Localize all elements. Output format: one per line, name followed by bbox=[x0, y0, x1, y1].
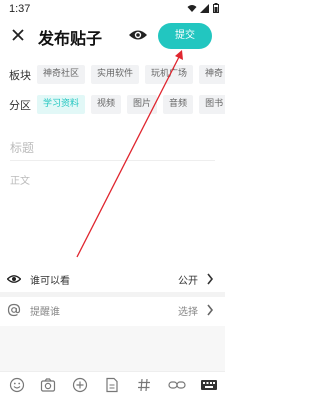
close-icon bbox=[12, 29, 24, 41]
wifi-icon bbox=[187, 4, 197, 12]
at-icon bbox=[7, 303, 21, 317]
keyboard-icon[interactable] bbox=[200, 377, 218, 393]
section-chip[interactable]: 图书 bbox=[199, 95, 225, 114]
submit-button[interactable]: 提交 bbox=[158, 23, 212, 49]
mention-value: 选择 bbox=[178, 307, 198, 318]
section-chip[interactable]: 图片 bbox=[127, 95, 158, 114]
section-label: 分区 bbox=[9, 99, 31, 112]
add-icon[interactable] bbox=[72, 377, 88, 393]
board-row: 板块 神奇社区 实用软件 玩机广场 神奇 bbox=[0, 63, 225, 87]
close-button[interactable] bbox=[8, 24, 28, 46]
camera-icon[interactable] bbox=[40, 377, 56, 393]
bottom-area bbox=[0, 326, 225, 371]
signal-icon bbox=[200, 3, 209, 13]
section-row: 分区 学习资料 视频 图片 音频 图书 bbox=[0, 93, 225, 117]
section-chip[interactable]: 视频 bbox=[91, 95, 122, 114]
board-label: 板块 bbox=[9, 69, 31, 82]
board-chips: 神奇社区 实用软件 玩机广场 神奇 bbox=[37, 65, 225, 84]
status-time: 1:37 bbox=[9, 3, 31, 15]
app-bar: 发布贴子 提交 bbox=[0, 17, 225, 55]
visibility-value: 公开 bbox=[178, 276, 198, 287]
battery-icon bbox=[213, 3, 219, 13]
mention-row[interactable]: 提醒谁 选择 bbox=[0, 297, 225, 323]
eye-icon bbox=[7, 275, 21, 283]
status-icons bbox=[187, 3, 219, 13]
emoji-icon[interactable] bbox=[9, 377, 25, 393]
board-chip[interactable]: 神奇社区 bbox=[37, 65, 86, 84]
visibility-row[interactable]: 谁可以看 公开 bbox=[0, 266, 225, 292]
link-icon[interactable] bbox=[168, 377, 186, 393]
section-chip[interactable]: 音频 bbox=[163, 95, 194, 114]
chevron-right-icon bbox=[207, 304, 214, 316]
title-divider bbox=[10, 160, 215, 161]
hashtag-icon[interactable] bbox=[136, 377, 152, 393]
section-chips: 学习资料 视频 图片 音频 图书 bbox=[37, 95, 225, 114]
preview-button[interactable] bbox=[128, 26, 148, 44]
file-icon[interactable] bbox=[104, 377, 120, 393]
board-chip[interactable]: 实用软件 bbox=[91, 65, 140, 84]
visibility-label: 谁可以看 bbox=[30, 276, 70, 287]
page-title: 发布贴子 bbox=[38, 29, 103, 48]
board-chip[interactable]: 神奇 bbox=[199, 65, 225, 84]
board-chip[interactable]: 玩机广场 bbox=[145, 65, 194, 84]
mention-label: 提醒谁 bbox=[30, 307, 60, 318]
body-input[interactable]: 正文 bbox=[10, 172, 30, 187]
chevron-right-icon bbox=[207, 273, 214, 285]
status-bar: 1:37 bbox=[0, 0, 225, 17]
eye-icon bbox=[129, 30, 147, 40]
section-chip-selected[interactable]: 学习资料 bbox=[37, 95, 86, 114]
title-input[interactable]: 标题 bbox=[10, 139, 34, 156]
editor-toolbar bbox=[0, 371, 225, 400]
